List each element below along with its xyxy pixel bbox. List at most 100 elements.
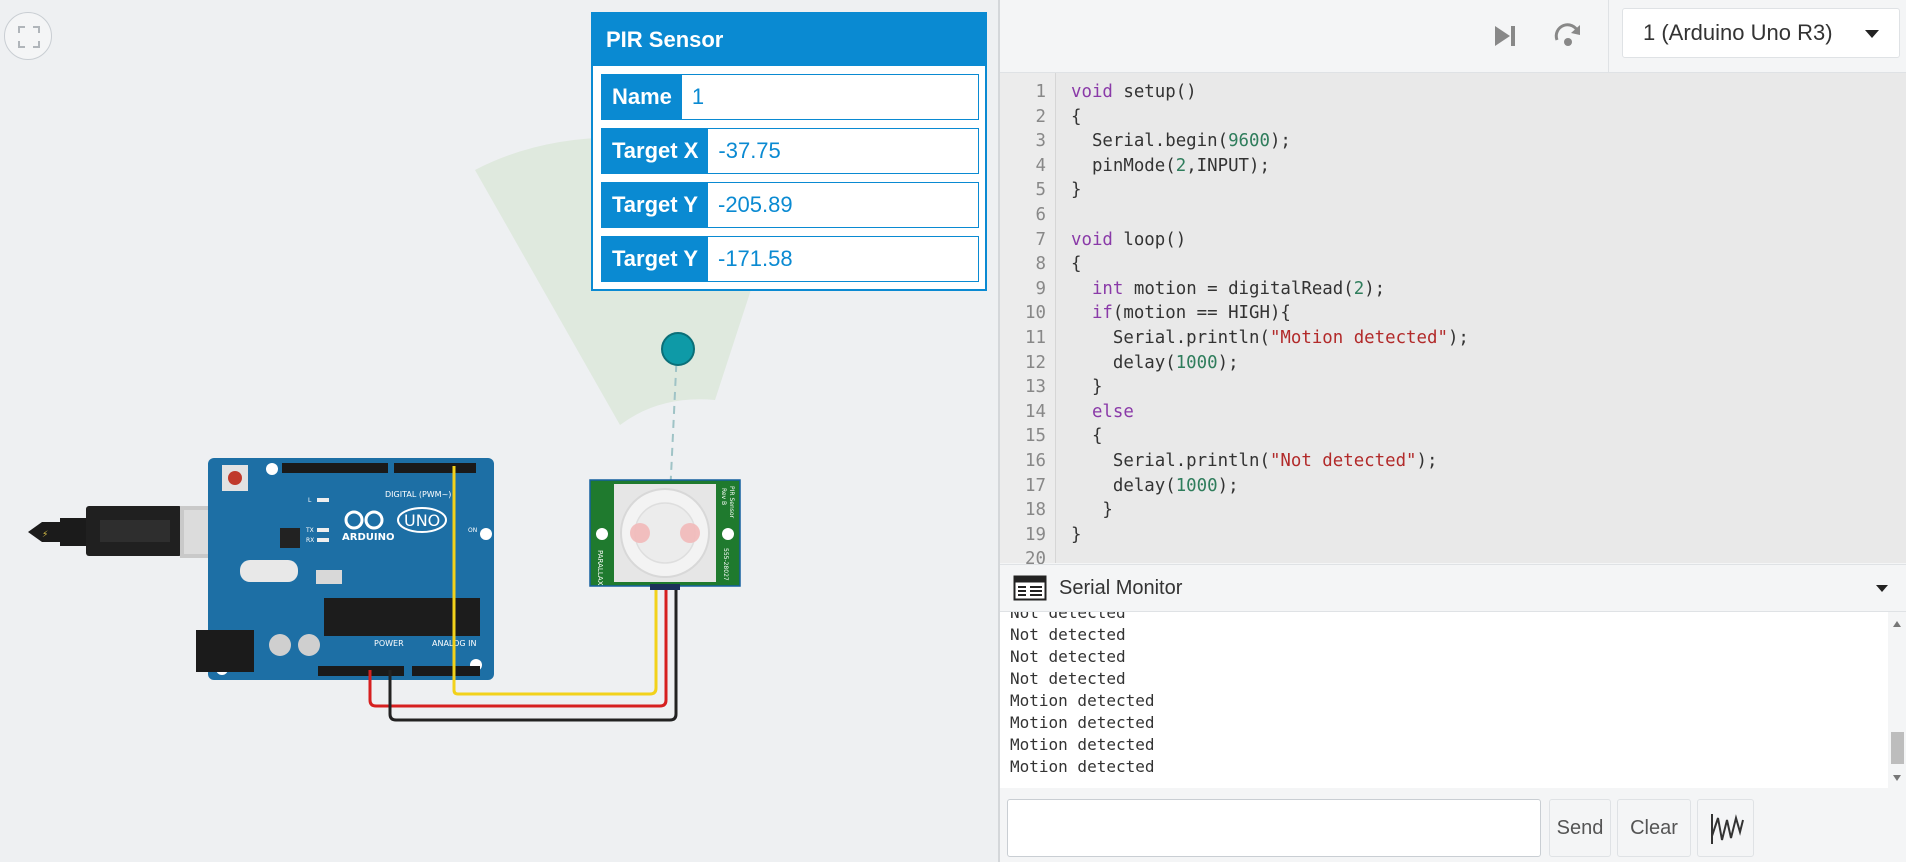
name-input[interactable]: 1: [682, 75, 978, 119]
scroll-thumb[interactable]: [1891, 732, 1904, 764]
code-line[interactable]: 14 else: [1000, 400, 1906, 424]
board-brand: ARDUINO: [342, 532, 394, 543]
code-line[interactable]: 6: [1000, 203, 1906, 227]
app-window: ⚡ ARDUINO UNO DIGITAL (PWM~) POWER ANALO…: [0, 0, 1906, 862]
line-number: 6: [1035, 205, 1046, 225]
line-number: 7: [1035, 229, 1046, 250]
line-number: 1: [1035, 82, 1046, 102]
code-line[interactable]: 19}: [1000, 523, 1906, 547]
power-header-label: POWER: [374, 639, 404, 648]
sensor-part: 555-28027: [722, 548, 729, 581]
target-y-input[interactable]: -205.89: [708, 183, 978, 227]
scroll-up-icon[interactable]: [1893, 621, 1901, 627]
line-number: 11: [1025, 328, 1046, 348]
code-line[interactable]: 17 delay(1000);: [1000, 474, 1906, 498]
svg-text:⚡: ⚡: [42, 530, 48, 540]
code-text: else: [1091, 401, 1134, 422]
sensor-name: PIR Sensor: [728, 486, 735, 519]
line-number: 13: [1025, 377, 1046, 398]
property-row-name: Name 1: [601, 74, 979, 120]
code-text: if(motion == HIGH){: [1091, 303, 1291, 324]
serial-line: Not detected: [1010, 669, 1126, 688]
code-text: delay(1000);: [1071, 352, 1239, 373]
code-text: Serial.println("Not detected");: [1071, 451, 1438, 471]
panel-title: PIR Sensor: [593, 14, 985, 66]
code-text: {: [1071, 426, 1103, 447]
chevron-down-icon: [1865, 30, 1879, 38]
code-line[interactable]: 2{: [1000, 105, 1906, 129]
serial-scrollbar[interactable]: [1888, 612, 1906, 788]
line-number: 17: [1025, 475, 1046, 496]
circuit-canvas[interactable]: ⚡ ARDUINO UNO DIGITAL (PWM~) POWER ANALO…: [0, 0, 998, 862]
code-text: void setup(): [1071, 82, 1197, 102]
line-number: 2: [1035, 106, 1046, 127]
code-line[interactable]: 11 Serial.println("Motion detected");: [1000, 326, 1906, 350]
line-number: 15: [1025, 426, 1046, 447]
rx-led-label: RX: [306, 537, 314, 544]
code-line[interactable]: 3 Serial.begin(9600);: [1000, 129, 1906, 153]
pir-sensor[interactable]: PARALLAX PIR Sensor 555-28027 Rev B: [589, 479, 741, 590]
line-number: 14: [1025, 401, 1046, 422]
property-row-target-y-2: Target Y -171.58: [601, 236, 979, 282]
serial-monitor-header[interactable]: Serial Monitor: [1000, 564, 1906, 612]
toolbar-separator: [1608, 0, 1609, 72]
pir-properties-panel: PIR Sensor Name 1 Target X -37.75 Target…: [591, 12, 987, 291]
on-led-label: ON: [468, 527, 477, 534]
sensor-brand: PARALLAX: [596, 550, 604, 586]
serial-line: Motion detected: [1010, 757, 1155, 776]
code-text: void loop(): [1071, 229, 1187, 250]
line-number: 8: [1035, 254, 1046, 275]
code-line[interactable]: 18 }: [1000, 498, 1906, 522]
line-number: 4: [1035, 155, 1046, 176]
serial-line: Motion detected: [1010, 713, 1155, 732]
serial-line-partial: Not detected: [1010, 612, 1126, 622]
chevron-down-icon[interactable]: [1876, 585, 1888, 592]
code-line[interactable]: 7 void loop(): [1000, 228, 1906, 252]
code-editor[interactable]: 1 void setup() 2{3 Serial.begin(9600); 4 pi…: [1000, 73, 1906, 569]
serial-line: Not detected: [1010, 647, 1126, 666]
target-x-input[interactable]: -37.75: [708, 129, 978, 173]
code-line[interactable]: 8{: [1000, 252, 1906, 276]
line-number: 16: [1025, 451, 1046, 471]
serial-monitor-title: Serial Monitor: [1059, 577, 1183, 599]
line-number: 12: [1025, 352, 1046, 373]
device-select[interactable]: 1 (Arduino Uno R3): [1622, 8, 1900, 58]
scroll-down-icon[interactable]: [1893, 775, 1901, 781]
code-text: delay(1000);: [1071, 475, 1239, 496]
send-button[interactable]: Send: [1549, 799, 1611, 857]
clear-button[interactable]: Clear: [1617, 799, 1691, 857]
code-line[interactable]: 9 int motion = digitalRead(2);: [1000, 277, 1906, 301]
serial-input-bar: Send Clear: [1000, 790, 1906, 862]
target-dot[interactable]: [661, 332, 695, 366]
code-text: {: [1071, 254, 1082, 275]
line-number: 5: [1035, 180, 1046, 201]
code-text: int motion = digitalRead(2);: [1091, 278, 1386, 299]
property-label: Target Y: [602, 237, 708, 281]
graph-icon: [1711, 814, 1744, 844]
code-line[interactable]: 15 {: [1000, 424, 1906, 448]
step-play-icon[interactable]: [1486, 18, 1522, 54]
sensor-rev: Rev B: [720, 488, 727, 505]
property-label: Name: [602, 75, 682, 119]
serial-line: Not detected: [1010, 625, 1126, 644]
property-row-target-y: Target Y -205.89: [601, 182, 979, 228]
serial-output: Not detected Not detected Not detected N…: [1000, 612, 1888, 788]
serial-monitor-icon: [1013, 575, 1047, 601]
target-y-2-input[interactable]: -171.58: [708, 237, 978, 281]
serial-line: Motion detected: [1010, 691, 1155, 710]
code-line[interactable]: 13 }: [1000, 375, 1906, 399]
digital-header-label: DIGITAL (PWM~): [385, 490, 451, 499]
graph-button[interactable]: [1697, 799, 1754, 857]
code-text: }: [1071, 524, 1082, 545]
property-row-target-x: Target X -37.75: [601, 128, 979, 174]
code-line[interactable]: 1 void setup(): [1000, 80, 1906, 104]
code-line[interactable]: 10 if(motion == HIGH){: [1000, 301, 1906, 325]
serial-input[interactable]: [1007, 799, 1541, 857]
arduino-board[interactable]: ARDUINO UNO DIGITAL (PWM~) POWER ANALOG …: [196, 458, 494, 680]
code-line[interactable]: 16 Serial.println("Not detected");: [1000, 449, 1906, 473]
restart-icon[interactable]: [1550, 18, 1586, 54]
code-text: }: [1071, 377, 1103, 398]
code-line[interactable]: 4 pinMode(2,INPUT);: [1000, 154, 1906, 178]
code-line[interactable]: 5}: [1000, 178, 1906, 202]
code-line[interactable]: 12 delay(1000);: [1000, 351, 1906, 375]
